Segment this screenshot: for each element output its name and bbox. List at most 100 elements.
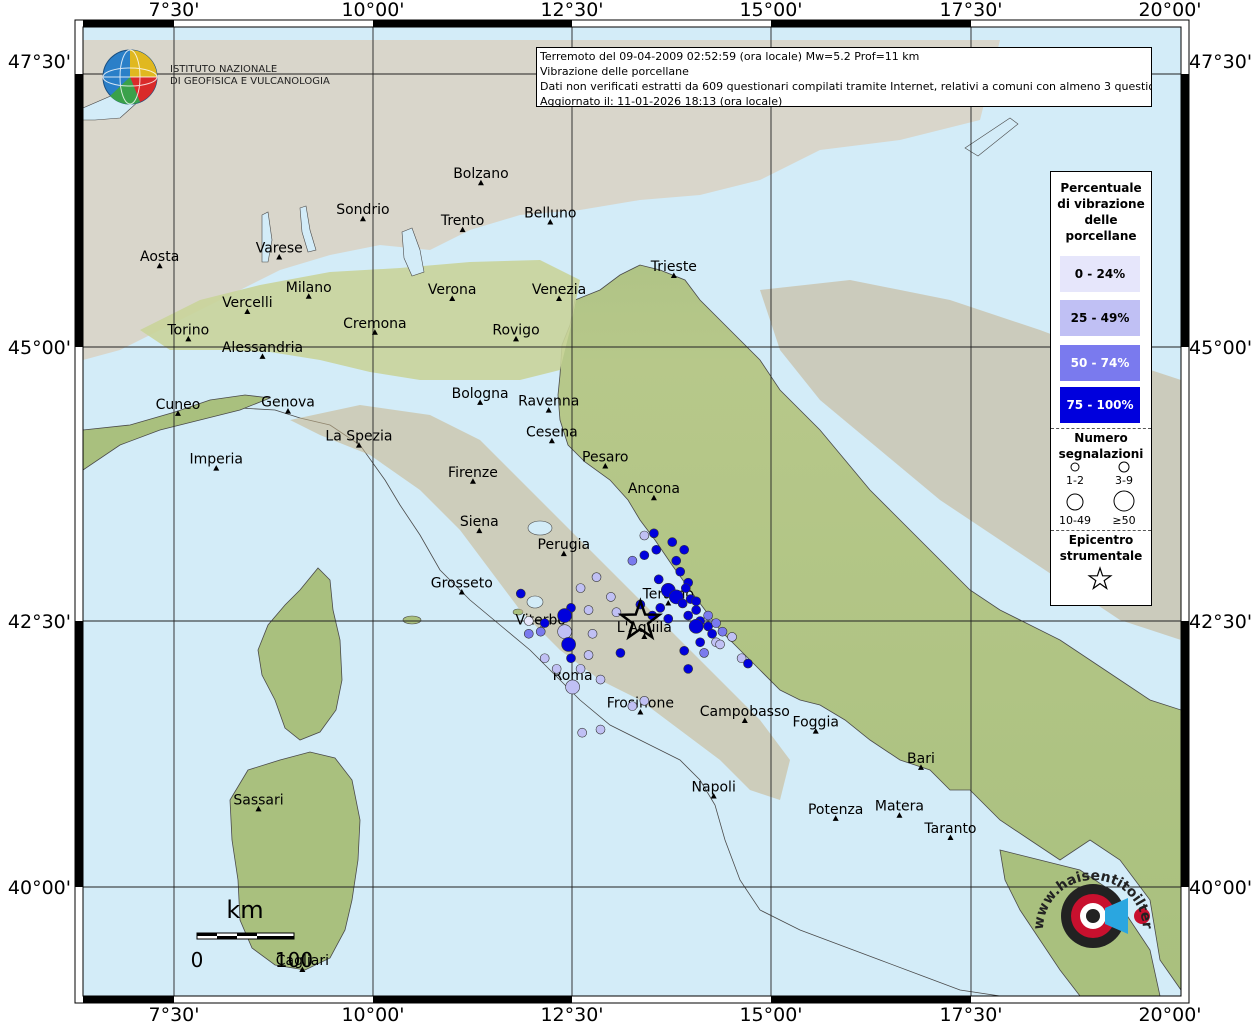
legend-count-title-line: Numero xyxy=(1074,431,1128,445)
legend: Percentuale di vibrazione delle porcella… xyxy=(1050,171,1152,606)
legend-title-line: di vibrazione xyxy=(1057,197,1145,211)
city-label: Vercelli xyxy=(222,295,273,311)
lon-tick-top: 10°00' xyxy=(341,0,404,21)
legend-class-1: 25 - 49% xyxy=(1060,300,1140,336)
report-marker xyxy=(627,701,638,711)
report-marker xyxy=(743,658,753,669)
legend-divider xyxy=(1051,530,1151,531)
city-label: Napoli xyxy=(692,780,736,796)
report-marker xyxy=(683,610,693,621)
report-marker xyxy=(583,650,594,660)
city-label: Firenze xyxy=(448,465,498,481)
city-label: Grosseto xyxy=(431,576,493,592)
city-label: Taranto xyxy=(923,821,976,837)
report-marker xyxy=(627,555,638,566)
report-marker xyxy=(591,572,602,582)
lago-trasimeno xyxy=(527,520,553,536)
city-label: Cesena xyxy=(526,424,578,440)
city-label: Ancona xyxy=(628,481,680,497)
lon-tick-bottom: 15°00' xyxy=(739,1004,802,1024)
report-marker xyxy=(699,648,709,658)
report-marker xyxy=(535,626,546,637)
city-label: Perugia xyxy=(538,537,591,553)
legend-count-1: 1-2 xyxy=(1066,474,1084,487)
report-marker xyxy=(583,605,594,615)
city-label: Trento xyxy=(440,213,484,229)
lon-tick-top: 17°30' xyxy=(939,0,1002,21)
lon-tick-top: 20°00' xyxy=(1138,0,1201,21)
lat-tick-left: 42°30' xyxy=(8,611,71,633)
city-label: Alessandria xyxy=(222,340,303,356)
report-marker xyxy=(523,616,534,626)
report-marker xyxy=(711,618,721,628)
legend-count-4: ≥50 xyxy=(1112,514,1136,527)
legend-epicenter-title-line: Epicentro xyxy=(1068,533,1134,547)
lon-tick-top: 12°30' xyxy=(540,0,603,21)
city-label: Milano xyxy=(286,280,332,296)
city-label: Venezia xyxy=(532,282,586,298)
report-marker xyxy=(691,596,701,607)
report-marker xyxy=(691,605,701,615)
institute-line: ISTITUTO NAZIONALE xyxy=(170,64,278,75)
report-marker xyxy=(515,588,526,599)
isola-elba xyxy=(402,615,422,625)
lon-tick-bottom: 10°00' xyxy=(341,1004,404,1024)
report-marker xyxy=(575,664,586,674)
report-marker xyxy=(703,610,713,621)
report-marker xyxy=(539,618,550,628)
report-marker xyxy=(679,645,690,656)
report-marker xyxy=(639,550,650,561)
map-subject: Vibrazione delle porcellane xyxy=(540,65,689,78)
report-marker xyxy=(681,583,691,593)
lon-tick-top: 7°30' xyxy=(149,0,200,21)
city-label: La Spezia xyxy=(325,429,392,445)
report-marker xyxy=(566,653,576,664)
city-label: Cuneo xyxy=(156,397,201,413)
city-label: Rovigo xyxy=(492,322,539,338)
legend-class-0: 0 - 24% xyxy=(1060,256,1140,292)
lat-tick-left: 40°00' xyxy=(8,877,71,899)
legend-size-symbols xyxy=(1066,461,1135,512)
legend-class-2: 50 - 74% xyxy=(1060,345,1140,381)
legend-epicenter-title: Epicentro strumentale xyxy=(1051,532,1151,564)
report-marker xyxy=(606,592,616,602)
legend-title-line: Percentuale xyxy=(1060,181,1142,195)
city-label: Aosta xyxy=(140,249,179,265)
report-marker xyxy=(715,639,725,650)
lon-tick-top: 15°00' xyxy=(739,0,802,21)
lat-tick-right: 42°30' xyxy=(1189,611,1252,633)
city-label: Bologna xyxy=(452,386,509,402)
institute-name: ISTITUTO NAZIONALE DI GEOFISICA E VULCAN… xyxy=(170,64,330,88)
report-marker xyxy=(677,598,688,609)
legend-divider xyxy=(1051,428,1151,429)
legend-title-line: delle xyxy=(1084,213,1118,227)
report-marker xyxy=(695,637,705,648)
report-marker xyxy=(688,619,704,634)
report-marker xyxy=(649,528,659,539)
lat-tick-right: 40°00' xyxy=(1189,877,1252,899)
city-label: Ravenna xyxy=(518,394,579,410)
institute-line: DI GEOFISICA E VULCANOLOGIA xyxy=(170,76,330,87)
scale-unit: km xyxy=(226,896,263,924)
city-label: Imperia xyxy=(190,452,244,468)
report-marker xyxy=(577,727,587,738)
lon-tick-bottom: 12°30' xyxy=(540,1004,603,1024)
city-label: Pesaro xyxy=(582,449,628,465)
lat-tick-left: 45°00' xyxy=(8,337,71,359)
report-marker xyxy=(575,583,586,593)
legend-count-2: 3-9 xyxy=(1115,474,1133,487)
update-time: Aggiornato il: 11-01-2026 18:13 (ora loc… xyxy=(540,95,783,107)
legend-title-line: porcellane xyxy=(1065,229,1137,243)
data-note: Dati non verificati estratti da 609 ques… xyxy=(540,80,1152,93)
city-label: Bolzano xyxy=(453,166,508,182)
report-marker xyxy=(595,674,606,685)
scale-end: 100 xyxy=(275,948,313,972)
event-line: Terremoto del 09-04-2009 02:52:59 (ora l… xyxy=(540,50,920,63)
report-marker xyxy=(539,653,550,664)
report-marker xyxy=(595,724,606,735)
city-label: Torino xyxy=(166,322,209,338)
legend-class-3: 75 - 100% xyxy=(1060,387,1140,423)
report-marker xyxy=(667,537,678,547)
report-marker xyxy=(683,664,693,674)
legend-count-3: 10-49 xyxy=(1059,514,1091,527)
